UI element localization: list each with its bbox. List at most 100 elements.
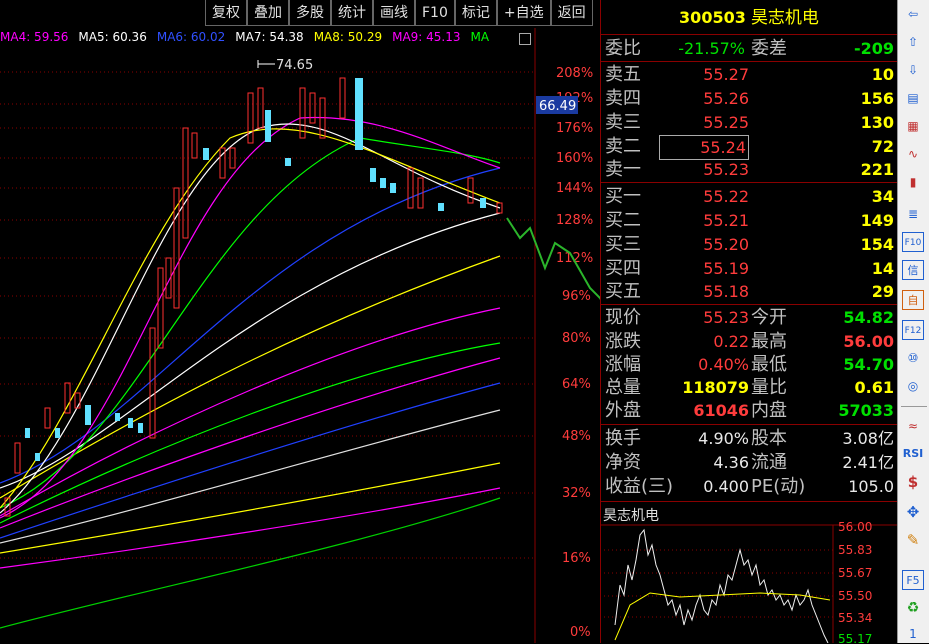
order-label: 买一 [605, 186, 641, 207]
quote-row: 涨幅 0.40% 最低 54.70 [601, 353, 897, 376]
fund-value: 0.400 [703, 477, 749, 496]
stock-header: 300503 昊志机电 [601, 6, 897, 29]
order-price: 55.23 [703, 160, 749, 179]
sidebar-divider [901, 406, 927, 407]
stock-name: 昊志机电 [750, 8, 819, 28]
f12-icon[interactable]: F12 [902, 320, 924, 340]
weicha-value: -209 [853, 39, 894, 58]
mini-tick-label: 55.17 [838, 632, 872, 643]
quote-value: 54.70 [843, 355, 894, 374]
one-icon[interactable]: 1 [902, 624, 924, 644]
y-tick-label: 112% [556, 251, 593, 266]
intraday-mini-chart[interactable]: 昊志机电 56.00 55.83 55.67 55.50 55.34 55.17 [600, 505, 897, 643]
mini-tick-label: 55.34 [838, 611, 872, 625]
quote-value: 0.22 [713, 332, 749, 351]
rsi-icon[interactable]: RSI [902, 444, 924, 464]
order-label: 买四 [605, 258, 641, 279]
order-volume: 221 [860, 160, 894, 179]
f10-icon[interactable]: F10 [902, 232, 924, 252]
weibi-row: 委比 -21.57% 委差 -209 [601, 37, 897, 60]
table-icon[interactable]: ▦ [902, 116, 924, 136]
y-tick-label: 208% [556, 66, 593, 81]
y-tick-label: 128% [556, 213, 593, 228]
quote-row: 总量 118079 量比 0.61 [601, 376, 897, 399]
kline-chart[interactable]: 208% 192% 176% 160% 144% 128% 112% 96% 8… [0, 28, 600, 643]
candlesticks [4, 77, 503, 517]
weibi-value: -21.57% [678, 39, 745, 58]
move-icon[interactable]: ✥ [902, 502, 924, 522]
wave-icon[interactable]: ≈ [902, 416, 924, 436]
order-price: 55.25 [703, 113, 749, 132]
fuquan-button[interactable]: 复权 [205, 0, 247, 26]
mini-tick-label: 55.83 [838, 543, 872, 557]
order-price: 55.26 [703, 89, 749, 108]
order-price: 55.27 [703, 65, 749, 84]
arrow-down-icon[interactable]: ⇩ [902, 60, 924, 80]
stock-code: 300503 [679, 8, 746, 27]
mini-title: 昊志机电 [603, 508, 659, 524]
pencil-icon[interactable]: ✎ [902, 530, 924, 550]
arrow-left-icon[interactable]: ⇦ [902, 4, 924, 24]
fund-label: 换手 [605, 428, 641, 449]
order-volume: 34 [871, 187, 894, 206]
order-price: 55.22 [703, 187, 749, 206]
quote-label: 涨幅 [605, 354, 641, 375]
quote-value: 61046 [693, 401, 749, 420]
f5-icon[interactable]: F5 [902, 570, 924, 590]
finance-icon[interactable]: 自 [902, 290, 924, 310]
buy-row: 买三 55.20 154 [601, 233, 897, 256]
y-tick-label: 176% [556, 121, 593, 136]
add-watchlist-button[interactable]: +自选 [496, 0, 551, 26]
current-price-label: 66.49 [539, 99, 576, 114]
fund-value: 4.36 [713, 453, 749, 472]
y-tick-label: 16% [562, 551, 591, 566]
candle-icon[interactable]: ▮ [902, 172, 924, 192]
y-tick-label: 160% [556, 151, 593, 166]
fund-icon[interactable]: ⑩ [902, 348, 924, 368]
mark-button[interactable]: 标记 [454, 0, 497, 26]
dollar-icon[interactable]: $ [902, 472, 924, 492]
fund-label: 净资 [605, 452, 641, 473]
news-icon[interactable]: ≣ [902, 204, 924, 224]
quote-label: 外盘 [605, 400, 641, 421]
order-volume: 154 [860, 235, 894, 254]
draw-line-button[interactable]: 画线 [373, 0, 415, 26]
intraday-price-line [614, 528, 829, 643]
recycle-icon[interactable]: ♻ [902, 598, 924, 618]
quote-value: 56.00 [843, 332, 894, 351]
sell-row: 卖二 55.24 72 [601, 135, 897, 160]
statistics-button[interactable]: 统计 [331, 0, 373, 26]
y-tick-label: 32% [562, 486, 591, 501]
order-label: 卖四 [605, 88, 641, 109]
chart-line-icon[interactable]: ∿ [902, 144, 924, 164]
info-icon[interactable]: 信 [902, 260, 924, 280]
fund-label: PE(动) [751, 476, 806, 497]
report-icon[interactable]: ▤ [902, 88, 924, 108]
buy-row: 买一 55.22 34 [601, 185, 897, 208]
quote-value: 55.23 [703, 308, 749, 327]
order-price: 55.21 [703, 211, 749, 230]
tool-sidebar: ⇦ ⇧ ⇩ ▤ ▦ ∿ ▮ ≣ F10 信 自 F12 ⑩ ◎ ≈ RSI $ … [897, 0, 929, 643]
order-label: 买三 [605, 234, 641, 255]
order-label: 卖五 [605, 64, 641, 85]
quote-label: 涨跌 [605, 331, 641, 352]
order-volume: 72 [871, 137, 894, 156]
sell-row: 卖一 55.23 221 [601, 158, 897, 181]
order-volume: 130 [860, 113, 894, 132]
overlay-button[interactable]: 叠加 [247, 0, 289, 26]
moving-average-lines [0, 116, 501, 629]
y-tick-label: 80% [562, 331, 591, 346]
sell-row: 卖五 55.27 10 [601, 63, 897, 86]
quote-label: 今开 [751, 307, 787, 328]
refresh-icon[interactable]: ◎ [902, 376, 924, 396]
quote-label: 现价 [605, 307, 641, 328]
f10-button[interactable]: F10 [415, 0, 455, 26]
fund-label: 流通 [751, 452, 787, 473]
back-button[interactable]: 返回 [550, 0, 593, 26]
quote-value: 0.40% [698, 355, 749, 374]
multi-stock-button[interactable]: 多股 [289, 0, 331, 26]
order-price: 55.20 [703, 235, 749, 254]
quote-value: 0.61 [854, 378, 894, 397]
arrow-up-icon[interactable]: ⇧ [902, 32, 924, 52]
quote-label: 量比 [751, 377, 787, 398]
